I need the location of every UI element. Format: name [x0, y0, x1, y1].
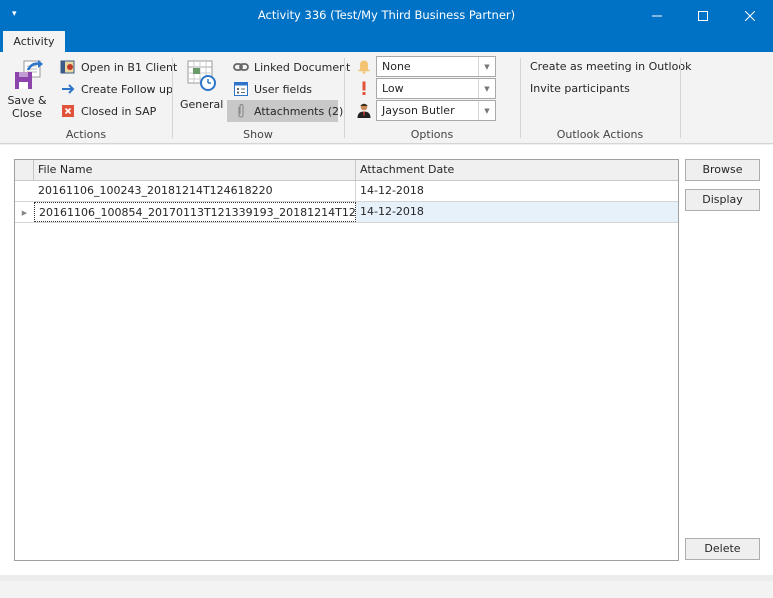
create-meeting-outlook-button[interactable]: Create as meeting in Outlook — [530, 60, 691, 73]
bell-icon — [355, 57, 373, 75]
closed-in-sap-label: Closed in SAP — [81, 104, 157, 118]
ribbon-tab-strip: Activity — [0, 31, 773, 52]
grid-header: File Name Attachment Date — [15, 160, 678, 181]
current-row-indicator-icon: ▶ — [21, 208, 28, 217]
title-bar: ▾ Activity 336 (Test/My Third Business P… — [0, 0, 773, 31]
grid-corner — [15, 160, 34, 181]
reminder-select[interactable]: None ▼ — [376, 56, 496, 77]
options-group-label: Options — [410, 128, 454, 141]
cell-file-name[interactable]: 20161106_100243_20181214T124618220 — [34, 181, 356, 201]
user-fields-label: User fields — [254, 82, 313, 96]
column-header-file-name[interactable]: File Name — [34, 160, 356, 181]
open-in-b1-client-button[interactable]: Open in B1 Client — [56, 57, 181, 77]
create-follow-up-label: Create Follow up — [81, 82, 174, 96]
close-red-icon — [60, 103, 76, 119]
attachments-grid[interactable]: File Name Attachment Date 20161106_10024… — [14, 159, 679, 561]
chevron-down-icon[interactable]: ▼ — [478, 79, 495, 98]
browse-button[interactable]: Browse — [685, 159, 760, 181]
group-separator — [344, 58, 345, 138]
arrow-right-icon — [60, 81, 76, 97]
priority-value: Low — [382, 82, 404, 95]
status-bar — [0, 575, 773, 598]
display-button[interactable]: Display — [685, 189, 760, 211]
close-icon — [745, 10, 755, 21]
cell-attachment-date[interactable]: 14-12-2018 — [356, 202, 678, 222]
cell-file-name[interactable]: 20161106_100854_20170113T121339193_20181… — [34, 202, 356, 222]
actions-group-label: Actions — [65, 128, 107, 141]
attachments-button[interactable]: Attachments (2) — [227, 100, 343, 122]
assigned-user-select[interactable]: Jayson Butler ▼ — [376, 100, 496, 121]
delete-button[interactable]: Delete — [685, 538, 760, 560]
link-icon — [233, 59, 249, 75]
row-indicator — [15, 181, 34, 202]
save-close-button[interactable]: Save & Close — [4, 58, 50, 120]
table-row[interactable]: 20161106_100243_20181214T124618220 14-12… — [15, 181, 678, 202]
paperclip-icon — [233, 103, 249, 119]
attachments-panel: File Name Attachment Date 20161106_10024… — [0, 145, 773, 575]
user-fields-icon — [233, 81, 249, 97]
close-button[interactable] — [727, 0, 773, 31]
user-fields-button[interactable]: User fields — [229, 79, 316, 99]
b1-client-icon — [60, 59, 76, 75]
exclamation-icon — [355, 79, 373, 97]
general-label: General — [180, 98, 224, 111]
user-icon — [355, 101, 373, 119]
linked-document-label: Linked Document — [254, 60, 351, 74]
column-header-attachment-date[interactable]: Attachment Date — [356, 160, 678, 181]
general-button[interactable]: General — [180, 58, 224, 111]
save-close-label-line1: Save & — [7, 94, 47, 107]
outlook-actions-group-label: Outlook Actions — [556, 128, 644, 141]
tab-activity[interactable]: Activity — [3, 31, 65, 52]
group-separator — [680, 58, 681, 138]
ribbon: Save & Close Open in B1 Client Create Fo… — [0, 52, 773, 144]
save-close-icon — [15, 60, 43, 89]
minimize-icon — [652, 15, 662, 16]
closed-in-sap-button[interactable]: Closed in SAP — [56, 101, 160, 121]
general-icon — [187, 60, 216, 91]
maximize-button[interactable] — [680, 0, 726, 31]
group-separator — [172, 58, 173, 138]
maximize-icon — [698, 10, 708, 21]
create-follow-up-button[interactable]: Create Follow up — [56, 79, 177, 99]
invite-participants-button[interactable]: Invite participants — [530, 82, 630, 95]
reminder-value: None — [382, 60, 411, 73]
show-group-label: Show — [243, 128, 273, 141]
attachments-label: Attachments (2) — [254, 104, 344, 118]
cell-attachment-date[interactable]: 14-12-2018 — [356, 181, 678, 201]
chevron-down-icon[interactable]: ▼ — [478, 101, 495, 120]
table-row[interactable]: ▶ 20161106_100854_20170113T121339193_201… — [15, 202, 678, 223]
chevron-down-icon[interactable]: ▼ — [478, 57, 495, 76]
minimize-button[interactable] — [634, 0, 680, 31]
group-separator — [520, 58, 521, 138]
open-in-b1-client-label: Open in B1 Client — [81, 60, 178, 74]
priority-select[interactable]: Low ▼ — [376, 78, 496, 99]
linked-document-button[interactable]: Linked Document — [229, 57, 354, 77]
save-close-label-line2: Close — [12, 107, 42, 120]
assigned-user-value: Jayson Butler — [382, 104, 455, 117]
